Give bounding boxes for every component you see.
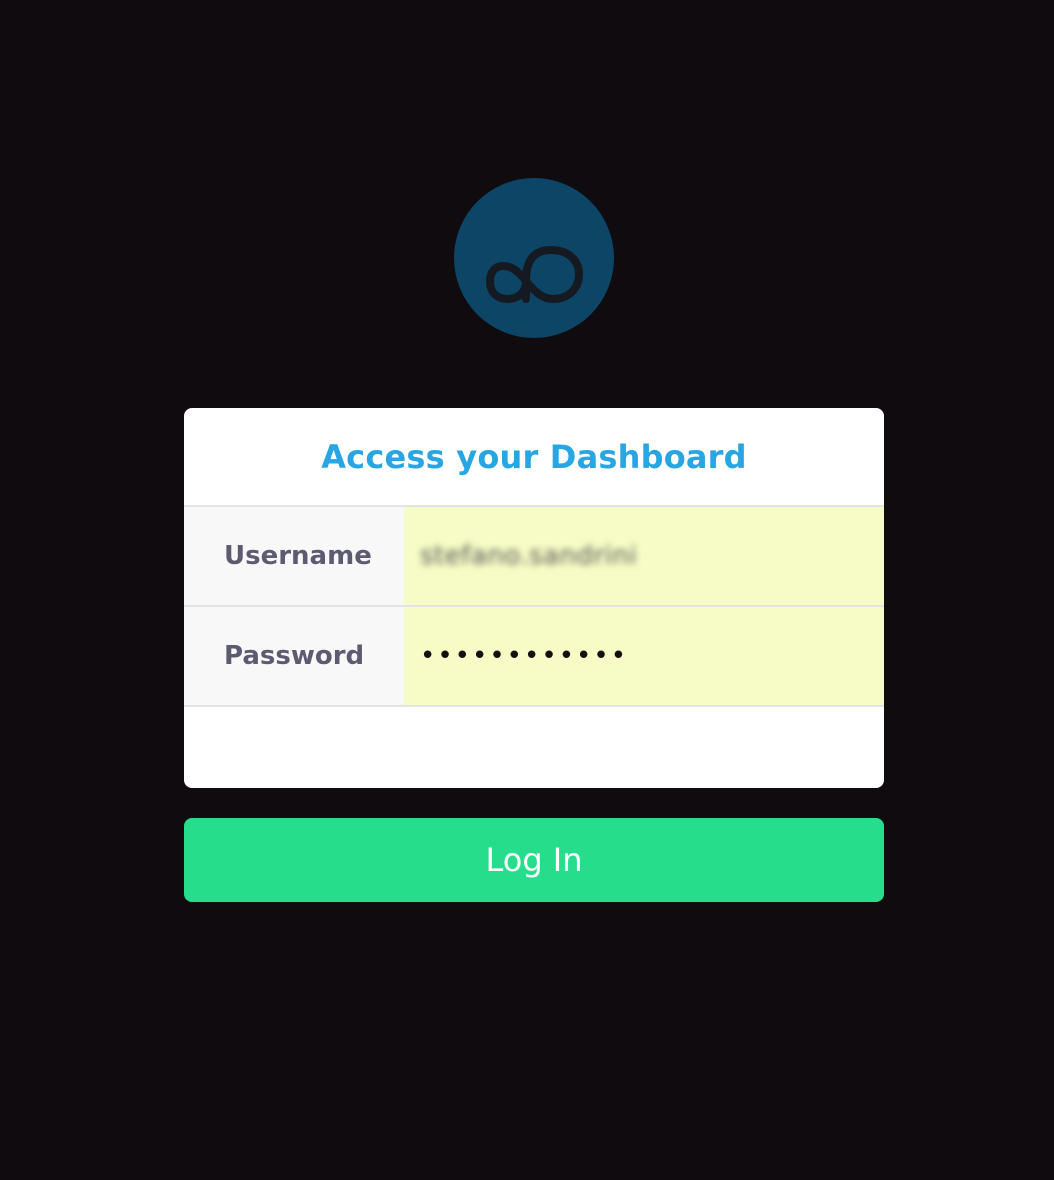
username-input[interactable]: stefano.sandrini <box>404 507 884 605</box>
password-row: Password •••••••••••• <box>184 607 884 707</box>
login-page: Access your Dashboard Username stefano.s… <box>0 0 1054 1180</box>
username-label: Username <box>184 507 404 605</box>
login-title: Access your Dashboard <box>321 437 747 476</box>
password-input[interactable]: •••••••••••• <box>404 607 884 705</box>
infinity-p-logo-icon <box>486 246 583 303</box>
login-card-header: Access your Dashboard <box>184 408 884 507</box>
password-label: Password <box>184 607 404 705</box>
app-logo <box>454 178 614 338</box>
username-value: stefano.sandrini <box>420 541 638 571</box>
login-card-footer <box>184 707 884 785</box>
login-button[interactable]: Log In <box>184 818 884 902</box>
password-value: •••••••••••• <box>420 641 629 671</box>
login-card: Access your Dashboard Username stefano.s… <box>184 408 884 788</box>
username-row: Username stefano.sandrini <box>184 507 884 607</box>
